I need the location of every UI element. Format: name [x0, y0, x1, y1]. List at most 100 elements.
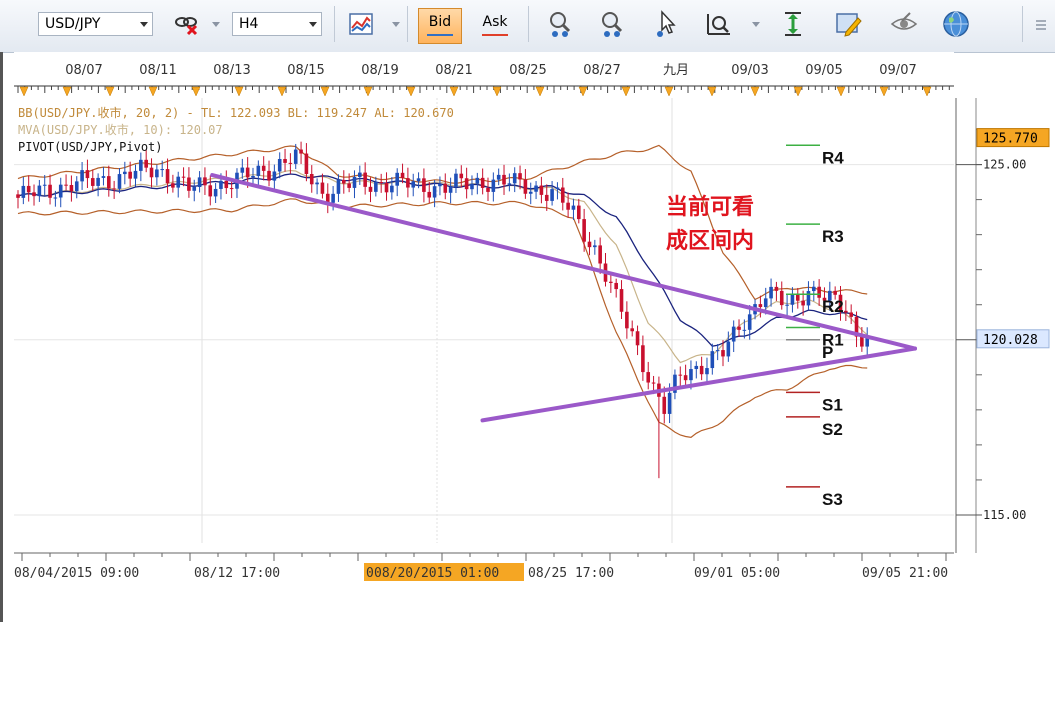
zoom-out-button[interactable]	[597, 8, 629, 40]
link-off-button[interactable]	[170, 8, 202, 40]
zoom-in-icon	[550, 12, 571, 37]
cursor-button[interactable]	[650, 8, 682, 40]
candle-body	[80, 170, 84, 182]
candle-body	[363, 172, 367, 187]
candle-body	[806, 291, 811, 306]
top-date-label: 09/05	[805, 63, 842, 78]
candle-body	[849, 312, 853, 317]
candle-body	[438, 183, 442, 187]
bid-button[interactable]: Bid	[418, 8, 462, 44]
candle-body	[368, 186, 373, 192]
bid-underline	[427, 34, 453, 36]
price-scale-button[interactable]	[777, 8, 809, 40]
candle-body	[90, 178, 95, 186]
y-tick-label: 115.00	[983, 508, 1026, 522]
candle-body	[710, 351, 715, 369]
candle-body	[555, 187, 560, 190]
candle-body	[21, 185, 26, 198]
candle-body	[625, 311, 629, 329]
candle-body	[475, 177, 480, 184]
timeframe-select[interactable]: H4	[232, 12, 322, 36]
candle-body	[53, 197, 58, 199]
candle-body	[293, 149, 298, 164]
x-time-label: 09/05 21:00	[862, 566, 948, 581]
pivot-label-s1: S1	[822, 395, 843, 414]
x-time-label: 09/01 05:00	[694, 566, 780, 581]
toolbar-divider	[528, 6, 529, 42]
top-date-label: 九月	[663, 63, 689, 78]
price-box-label-0: 125.770	[983, 132, 1038, 147]
candle-body	[715, 350, 720, 352]
pivot-label-s2: S2	[822, 420, 843, 439]
candle-body	[16, 194, 20, 198]
top-date-axis: 08/07 08/11 08/13 08/15 08/19 08/21 08/25 08/27…	[14, 52, 954, 98]
ask-button[interactable]: Ask	[473, 8, 517, 44]
candle-body	[155, 169, 159, 178]
note-button[interactable]	[832, 8, 864, 40]
top-date-label: 08/27	[583, 63, 620, 78]
legend-bb: BB(USD/JPY.收市, 20, 2) - TL: 122.093 BL: …	[18, 105, 454, 120]
link-dropdown-icon[interactable]	[212, 22, 220, 27]
magnifier-button[interactable]	[703, 8, 735, 40]
globe-button[interactable]	[940, 8, 972, 40]
chart-type-button[interactable]	[345, 8, 377, 40]
candle-body	[197, 177, 202, 187]
candle-body	[721, 350, 725, 357]
candle-body	[790, 294, 795, 305]
candle-body	[229, 188, 234, 190]
candle-body	[272, 171, 277, 181]
candle-body	[454, 173, 458, 187]
candle-body	[448, 186, 453, 193]
candle-body	[58, 184, 63, 198]
candle-body	[844, 310, 848, 313]
pivot-label-r2: R2	[822, 297, 844, 316]
x-time-label: 08/12 17:00	[194, 566, 280, 581]
candle-body	[341, 179, 346, 184]
magnifier-dropdown-icon[interactable]	[752, 22, 760, 27]
top-date-label: 08/25	[509, 63, 546, 78]
candle-body	[609, 281, 613, 283]
top-date-label: 08/07	[65, 63, 102, 78]
candle-body	[833, 290, 837, 295]
pivot-label-p: P	[822, 343, 833, 362]
candle-body	[32, 192, 36, 197]
x-time-label: 08/25 17:00	[528, 566, 614, 581]
candle-body	[422, 178, 426, 192]
candle-body	[576, 205, 581, 220]
candle-body	[165, 169, 170, 184]
candle-body	[26, 185, 31, 193]
toolbar: USD/JPY H4 Bid Ask	[0, 0, 1055, 53]
zoom-in-button[interactable]	[545, 8, 577, 40]
candle-body	[534, 185, 538, 192]
candle-body	[518, 173, 522, 180]
candle-body	[758, 304, 763, 308]
globe-icon	[943, 11, 969, 37]
candle-body	[400, 172, 405, 179]
candle-body	[646, 372, 651, 383]
note-icon	[836, 13, 862, 37]
pivot-label-r4: R4	[822, 148, 844, 167]
candle-body	[662, 396, 667, 414]
candle-body	[416, 178, 421, 182]
candle-body	[379, 182, 383, 184]
toolbar-divider	[1022, 6, 1023, 42]
candle-body	[149, 167, 154, 178]
top-date-label: 08/21	[435, 63, 472, 78]
candle-body	[427, 191, 432, 198]
menu-button[interactable]	[1025, 8, 1051, 40]
visibility-button[interactable]	[888, 8, 920, 40]
top-date-label: 08/15	[287, 63, 324, 78]
chevron-down-icon	[140, 22, 148, 27]
chart-type-dropdown-icon[interactable]	[392, 22, 400, 27]
time-axis: 08/04/2015 09:00 08/12 17:00 0 08/20/2015 0…	[14, 552, 954, 581]
x-time-label: 08/04/2015 09:00	[14, 566, 139, 581]
candle-body	[374, 182, 378, 192]
candle-body	[37, 185, 42, 197]
cursor-icon	[657, 10, 676, 37]
symbol-select[interactable]: USD/JPY	[38, 12, 153, 36]
candle-body	[181, 176, 186, 178]
price-chart[interactable]: 08/07 08/11 08/13 08/15 08/19 08/21 08/25 08/27…	[0, 52, 1055, 632]
candle-body	[309, 174, 314, 185]
candle-body	[304, 153, 309, 175]
legend-mva: MVA(USD/JPY.收市, 10): 120.07	[18, 122, 223, 137]
